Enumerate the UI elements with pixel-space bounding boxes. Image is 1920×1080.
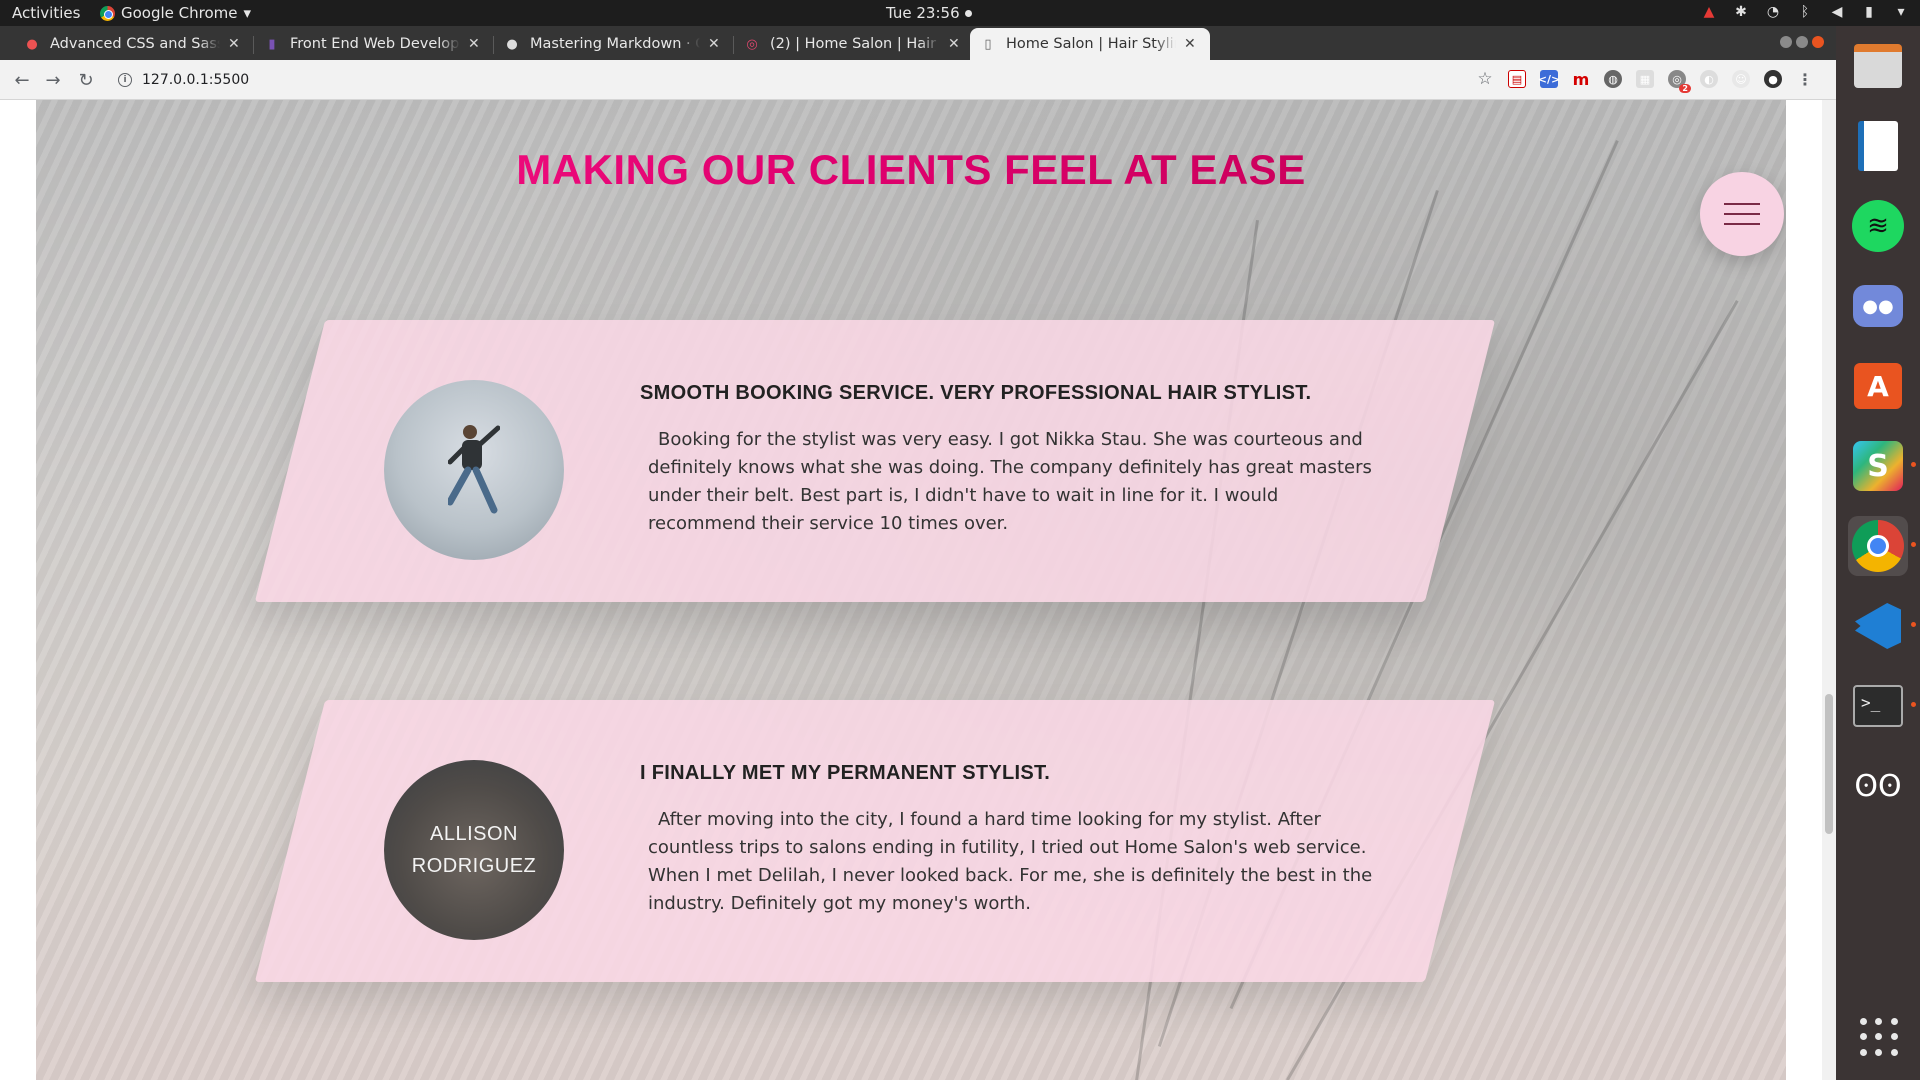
notification-dot-icon — [964, 9, 972, 17]
tab-title: Home Salon | Hair Styling — [1006, 36, 1176, 52]
close-window-icon[interactable] — [1812, 36, 1824, 48]
running-indicator-icon — [1911, 542, 1916, 547]
window-controls — [1780, 36, 1824, 48]
reviewer-last-name: RODRIGUEZ — [411, 855, 537, 877]
back-arrow-icon[interactable]: ← — [10, 68, 34, 92]
github-icon: ● — [506, 36, 518, 52]
target-icon: ◎ — [746, 36, 758, 52]
url-text: 127.0.0.1:5500 — [142, 72, 250, 88]
udemy-icon: ● — [26, 36, 38, 52]
tab-front-end[interactable]: ▮ Front End Web Developer ✕ — [254, 28, 494, 60]
vscode-icon[interactable] — [1848, 596, 1916, 656]
jumping-person-photo — [448, 425, 500, 514]
maximize-window-icon[interactable] — [1796, 36, 1808, 48]
hamburger-icon — [1724, 223, 1760, 225]
spotify-icon[interactable]: ≋ — [1848, 196, 1908, 256]
review-card: SMOOTH BOOKING SERVICE. VERY PROFESSIONA… — [254, 320, 1496, 602]
tab-strip: ● Advanced CSS and Sass: F ✕ ▮ Front End… — [0, 26, 1836, 81]
face-extension-icon[interactable]: ☺ — [1732, 70, 1750, 88]
tab-title: Front End Web Developer — [290, 36, 460, 52]
minimize-window-icon[interactable] — [1780, 36, 1792, 48]
tab-markdown[interactable]: ● Mastering Markdown · Gi ✕ — [494, 28, 734, 60]
slack-icon[interactable]: S — [1848, 436, 1916, 496]
system-tray: ▲ ✱ ◔ ᛒ ◀ ▮ ▾ — [1700, 3, 1910, 21]
close-tab-icon[interactable]: ✕ — [468, 36, 480, 52]
page-scrollbar[interactable] — [1822, 100, 1836, 1080]
calendar-extension-icon[interactable]: ▤ — [1508, 70, 1526, 88]
wifi-icon[interactable]: ◔ — [1764, 3, 1782, 21]
sync-extension-icon[interactable]: ◐ — [1700, 70, 1718, 88]
forward-arrow-icon[interactable]: → — [41, 68, 65, 92]
software-center-icon[interactable]: A — [1848, 356, 1908, 416]
review-text: Booking for the stylist was very easy. I… — [648, 429, 1372, 534]
tab-title: Mastering Markdown · Gi — [530, 36, 700, 52]
clock[interactable]: Tue 23:56 — [886, 4, 972, 22]
target-extension-icon[interactable]: ◎ 2 — [1668, 70, 1691, 93]
tab-title: Advanced CSS and Sass: F — [50, 36, 220, 52]
running-indicator-icon — [1911, 702, 1916, 707]
close-tab-icon[interactable]: ✕ — [1184, 36, 1196, 52]
code-extension-icon[interactable]: </> — [1538, 70, 1560, 88]
show-applications-icon[interactable] — [1860, 1018, 1900, 1058]
menu-toggle-button[interactable] — [1700, 172, 1784, 256]
battery-icon[interactable]: ▮ — [1860, 3, 1878, 21]
warning-icon[interactable]: ▲ — [1700, 3, 1718, 21]
chrome-icon[interactable] — [1848, 516, 1916, 576]
hamburger-icon — [1724, 213, 1760, 215]
reviewer-first-name: ALLISON — [430, 823, 518, 845]
chrome-icon — [100, 5, 115, 21]
puzzle-icon[interactable]: ✱ — [1732, 3, 1750, 21]
running-indicator-icon — [1911, 622, 1916, 627]
bootstrap-icon: ▮ — [268, 36, 276, 52]
extensions-area: ☆ ▤ </> m ◍ ▦ ◎ 2 ◐ ☺ ● ⋮ — [1476, 69, 1814, 93]
reviewer-avatar — [384, 380, 564, 560]
tab-home-salon-2[interactable]: ◎ (2) | Home Salon | Hair Sty ✕ — [734, 28, 970, 60]
browser-toolbar: ← → ↻ i 127.0.0.1:5500 ☆ ▤ </> m ◍ ▦ ◎ 2 … — [0, 60, 1836, 100]
reviewer-avatar: ALLISON RODRIGUEZ — [384, 760, 564, 940]
app-menu-label: Google Chrome — [121, 4, 238, 22]
files-icon[interactable] — [1848, 36, 1908, 96]
grid-extension-icon[interactable]: ▦ — [1636, 70, 1654, 88]
review-headline: I FINALLY MET MY PERMANENT STYLIST. — [640, 762, 1051, 784]
bookmark-star-icon[interactable]: ☆ — [1476, 69, 1494, 89]
running-indicator-icon — [1911, 462, 1916, 467]
m-extension-icon[interactable]: m — [1572, 70, 1590, 89]
globe-extension-icon[interactable]: ◍ — [1604, 70, 1622, 88]
review-headline: SMOOTH BOOKING SERVICE. VERY PROFESSIONA… — [640, 382, 1312, 404]
hamburger-icon — [1724, 203, 1760, 205]
page-viewport: MAKING OUR CLIENTS FEEL AT EASE SMOOTH B… — [0, 100, 1836, 1080]
close-tab-icon[interactable]: ✕ — [708, 36, 720, 52]
info-icon[interactable]: i — [118, 73, 132, 87]
terminal-icon[interactable]: >_ — [1848, 676, 1916, 736]
scrollbar-thumb[interactable] — [1825, 694, 1833, 834]
close-tab-icon[interactable]: ✕ — [948, 36, 960, 52]
tab-title: (2) | Home Salon | Hair Sty — [770, 36, 940, 52]
ubuntu-dock: ≋ ●● A S >_ ʘʘ — [1836, 26, 1920, 1080]
section-title: MAKING OUR CLIENTS FEEL AT EASE — [36, 146, 1786, 194]
owl-icon[interactable]: ʘʘ — [1848, 756, 1908, 816]
reload-icon[interactable]: ↻ — [74, 68, 98, 92]
caret-down-icon: ▾ — [243, 4, 252, 22]
reviewer-name: ALLISON RODRIGUEZ — [412, 818, 537, 882]
testimonials-section: MAKING OUR CLIENTS FEEL AT EASE SMOOTH B… — [36, 100, 1786, 1080]
review-text: After moving into the city, I found a ha… — [648, 809, 1373, 914]
close-tab-icon[interactable]: ✕ — [228, 36, 240, 52]
document-icon: ▯ — [984, 36, 992, 52]
tab-home-salon-active[interactable]: ▯ Home Salon | Hair Styling ✕ — [970, 28, 1210, 60]
address-bar[interactable]: i 127.0.0.1:5500 — [118, 68, 249, 92]
activities-button[interactable]: Activities — [12, 4, 80, 22]
profile-avatar-icon[interactable]: ● — [1764, 70, 1782, 88]
bluetooth-icon[interactable]: ᛒ — [1796, 3, 1814, 21]
review-card: ALLISON RODRIGUEZ I FINALLY MET MY PERMA… — [254, 700, 1496, 982]
system-top-bar: Activities Google Chrome ▾ Tue 23:56 ▲ ✱… — [0, 0, 1920, 26]
clock-text: Tue 23:56 — [886, 4, 960, 22]
app-menu[interactable]: Google Chrome ▾ — [100, 4, 251, 22]
volume-icon[interactable]: ◀ — [1828, 3, 1846, 21]
discord-icon[interactable]: ●● — [1848, 276, 1908, 336]
tab-advanced-css[interactable]: ● Advanced CSS and Sass: F ✕ — [14, 28, 254, 60]
power-menu-icon[interactable]: ▾ — [1892, 3, 1910, 21]
libreoffice-impress-icon[interactable] — [1848, 116, 1908, 176]
chrome-menu-icon[interactable]: ⋮ — [1796, 70, 1814, 89]
